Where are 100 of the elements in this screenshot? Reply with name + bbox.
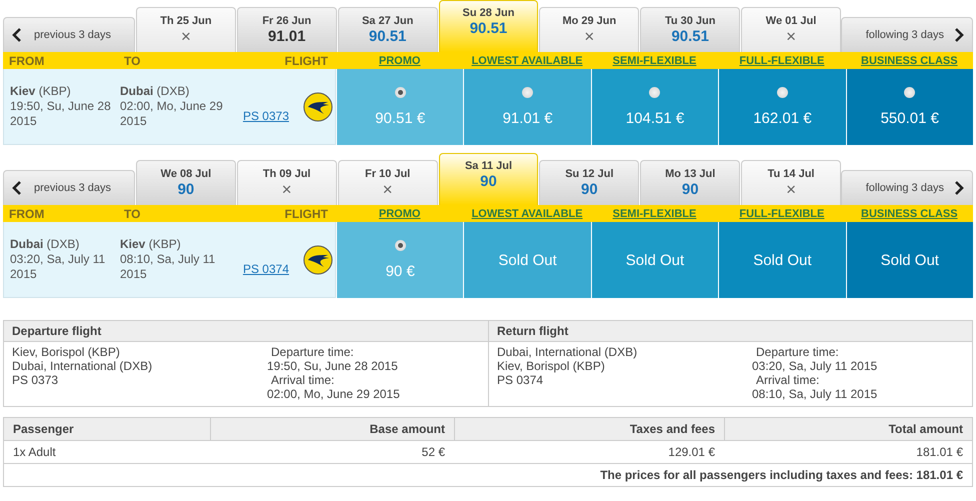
airline-logo-icon [303, 244, 333, 274]
date-tab[interactable]: Su 28 Jun 90.51 [438, 0, 538, 52]
fare-class-link[interactable]: FULL-FLEXIBLE [718, 208, 846, 220]
column-header: TO [123, 206, 142, 220]
time-label: Arrival time: [755, 373, 820, 387]
tab-price: 90 [581, 181, 598, 199]
fare-class-link[interactable]: BUSINESS CLASS [846, 208, 973, 220]
date-tab[interactable]: Tu 14 Jul × [741, 160, 841, 205]
tab-date: Tu 30 Jun [664, 15, 716, 27]
fare-class-link[interactable]: BUSINESS CLASS [846, 54, 973, 66]
fare-class-link[interactable]: PROMO [336, 54, 464, 66]
table-cell: 52 € [210, 441, 454, 464]
fare-class-link[interactable]: SEMI-FLEXIBLE [590, 208, 718, 220]
route-line: Kiev, Borispol (KBP) [12, 345, 121, 359]
tab-price: 91.01 [268, 28, 306, 46]
route-line: Dubai, International (DXB) [12, 359, 154, 373]
section-header: Departure flight [4, 321, 488, 342]
time-value: 03:20, Sa, July 11 2015 [752, 359, 878, 373]
fare-radio[interactable] [394, 87, 406, 98]
date-tab[interactable]: Su 12 Jul 90 [539, 160, 640, 205]
sold-out-label: Sold Out [753, 252, 812, 268]
previous-days-button[interactable]: previous 3 days [3, 17, 135, 52]
tab-date: Fr 10 Jul [365, 168, 410, 180]
unavailable-mark: × [786, 28, 796, 46]
column-header: Total amount [724, 418, 972, 441]
unavailable-mark: × [180, 28, 191, 46]
column-header: Base amount [210, 418, 454, 441]
column-header: TO [123, 54, 142, 68]
unavailable-mark: × [282, 181, 292, 199]
fare-price: 550.01 € [880, 110, 939, 127]
tab-date: Fr 26 Jun [262, 15, 312, 27]
route-line: PS 0373 [12, 373, 60, 387]
date-tab[interactable]: We 08 Jul 90 [136, 160, 236, 205]
previous-days-button[interactable]: previous 3 days [3, 170, 135, 205]
route-line: PS 0374 [497, 373, 544, 387]
place-and-time: Kiev (KBP) 19:50, Su, June 28 2015 [10, 84, 112, 129]
sold-out-label: Sold Out [626, 252, 684, 268]
fare-price: 104.51 € [626, 110, 684, 127]
tab-date: Sa 27 Jun [362, 15, 414, 27]
unavailable-mark: × [584, 28, 594, 46]
place-and-time: Dubai (DXB) 03:20, Sa, July 11 2015 [10, 237, 106, 282]
tab-price: 90.51 [470, 20, 508, 38]
fare-class-link[interactable]: LOWEST AVAILABLE [463, 208, 591, 220]
chevron-right-icon [954, 28, 964, 42]
date-tab[interactable]: Mo 13 Jul 90 [640, 160, 740, 205]
column-header: FROM [8, 206, 46, 220]
fare-radio[interactable] [776, 87, 788, 98]
following-days-button[interactable]: following 3 days [840, 17, 973, 52]
tab-date: Th 09 Jul [262, 168, 311, 180]
tab-price: 90 [682, 181, 699, 199]
fare-radio[interactable] [394, 240, 406, 251]
table-cell: 129.01 € [454, 441, 724, 464]
place-and-time: Kiev (KBP) 08:10, Sa, July 11 2015 [120, 237, 216, 282]
tab-date: Tu 14 Jul [768, 168, 814, 180]
tab-date: Su 12 Jul [565, 168, 614, 180]
flight-number-link[interactable]: PS 0374 [242, 262, 289, 276]
date-tab[interactable]: Sa 27 Jun 90.51 [338, 7, 438, 52]
fare-price: 162.01 € [753, 110, 812, 127]
tab-date: Su 28 Jun [462, 7, 514, 19]
date-tab[interactable]: Sa 11 Jul 90 [438, 153, 538, 205]
fare-class-link[interactable]: SEMI-FLEXIBLE [590, 54, 718, 66]
flight-number-link[interactable]: PS 0373 [242, 108, 289, 122]
chevron-left-icon [12, 181, 22, 195]
fare-radio[interactable] [522, 87, 534, 98]
route-line: Dubai, International (DXB) [497, 345, 638, 359]
date-tab[interactable]: Tu 30 Jun 90.51 [640, 7, 740, 52]
date-tab[interactable]: Mo 29 Jun × [539, 7, 640, 52]
tab-price: 90 [480, 173, 497, 191]
fare-price: 90 € [386, 263, 415, 280]
time-label: Departure time: [755, 345, 840, 359]
date-tab[interactable]: We 01 Jul × [741, 7, 841, 52]
column-header: FLIGHT [284, 206, 329, 220]
date-tab[interactable]: Fr 26 Jun 91.01 [236, 7, 337, 52]
fare-class-link[interactable]: LOWEST AVAILABLE [463, 54, 591, 66]
section-header: Return flight [489, 321, 972, 342]
fare-class-link[interactable]: FULL-FLEXIBLE [718, 54, 846, 66]
sold-out-label: Sold Out [880, 252, 939, 268]
tab-date: Th 25 Jun [160, 15, 212, 27]
following-days-button[interactable]: following 3 days [840, 170, 973, 205]
time-value: 19:50, Su, June 28 2015 [267, 359, 399, 373]
tab-date: We 01 Jul [766, 15, 816, 27]
fare-radio[interactable] [649, 87, 660, 98]
tab-date: Sa 11 Jul [464, 160, 512, 172]
column-header: Taxes and fees [454, 418, 724, 441]
tab-price: 90.51 [671, 28, 709, 46]
unavailable-mark: × [382, 181, 393, 199]
column-header: FLIGHT [284, 54, 329, 68]
fare-class-link[interactable]: PROMO [336, 208, 464, 220]
table-cell: 181.01 € [724, 441, 972, 464]
column-header: Passenger [4, 418, 210, 441]
chevron-left-icon [12, 28, 22, 42]
total-price-note: The prices for all passengers including taxes and fees: 181.01 € [599, 467, 964, 484]
table-cell: 1x Adult [4, 441, 210, 464]
date-tab[interactable]: Fr 10 Jul × [338, 160, 438, 205]
sold-out-label: Sold Out [498, 252, 557, 268]
date-tab[interactable]: Th 25 Jun × [136, 7, 236, 52]
tab-date: We 08 Jul [160, 168, 212, 180]
place-and-time: Dubai (DXB) 02:00, Mo, June 29 2015 [120, 84, 224, 129]
fare-radio[interactable] [904, 87, 916, 98]
date-tab[interactable]: Th 09 Jul × [236, 160, 337, 205]
